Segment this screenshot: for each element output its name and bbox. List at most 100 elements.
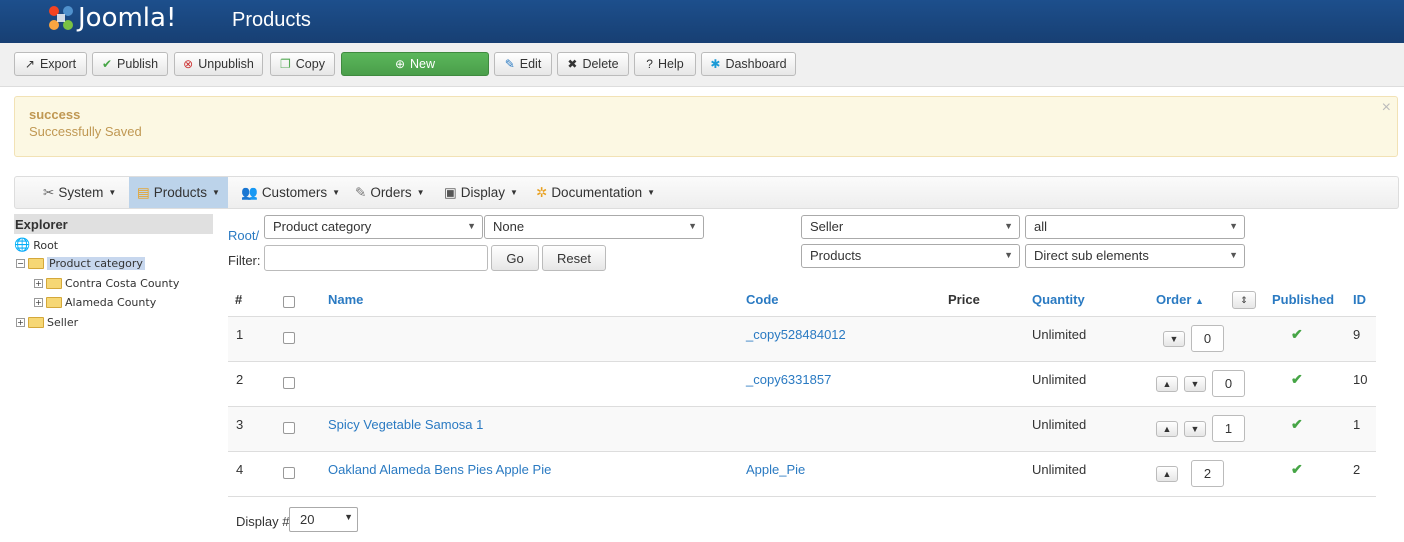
menu-system[interactable]: ✂ System ▼ (43, 177, 116, 208)
row-code[interactable]: Apple_Pie (746, 462, 805, 477)
collapse-icon[interactable]: − (16, 259, 25, 268)
menu-orders[interactable]: ✎ Orders ▼ (355, 177, 425, 208)
check-icon: ✔ (101, 57, 113, 71)
published-check-icon[interactable]: ✔ (1291, 371, 1303, 388)
move-down-button[interactable]: ▼ (1163, 331, 1185, 347)
joomla-logo[interactable]: Joomla! (46, 3, 176, 33)
tree-node-root[interactable]: 🌐 Root (14, 238, 58, 253)
col-order[interactable]: Order ▲ (1156, 292, 1204, 307)
row-checkbox[interactable] (283, 332, 295, 344)
edit-button[interactable]: ✎ Edit (494, 52, 552, 76)
go-button[interactable]: Go (491, 245, 539, 271)
copy-icon: ❐ (280, 57, 291, 71)
order-input[interactable]: 0 (1191, 325, 1224, 352)
none-select[interactable]: None ▼ (484, 215, 704, 239)
filter-input[interactable] (264, 245, 488, 271)
table-row: 3 Spicy Vegetable Samosa 1 Unlimited ▲ ▼… (228, 407, 1376, 452)
row-id: 9 (1353, 327, 1361, 342)
tree-node-seller[interactable]: + Seller (16, 316, 78, 329)
tools-icon: ✂ (43, 184, 55, 200)
menu-customers[interactable]: 👥 Customers ▼ (241, 177, 340, 208)
published-check-icon[interactable]: ✔ (1291, 416, 1303, 433)
tree-node-product-category[interactable]: − Product category (16, 257, 145, 270)
toolbar: ↗ Export ✔ Publish ⊗ Unpublish ❐ Copy ⊕ New ✎… (0, 43, 1404, 87)
dropdown-arrow-icon: ▼ (344, 512, 353, 522)
order-input[interactable]: 2 (1191, 460, 1224, 487)
folder-icon (28, 258, 44, 269)
tree-node-contra-costa[interactable]: + Contra Costa County (34, 277, 179, 290)
root-breadcrumb-link[interactable]: Root/ (228, 228, 259, 243)
order-input[interactable]: 1 (1212, 415, 1245, 442)
direct-select[interactable]: Direct sub elements ▼ (1025, 244, 1245, 268)
dropdown-arrow-icon: ▼ (467, 221, 476, 231)
order-input[interactable]: 0 (1212, 370, 1245, 397)
delete-label: Delete (582, 57, 619, 71)
menu-products[interactable]: ▤ Products ▼ (129, 177, 228, 208)
move-up-button[interactable]: ▲ (1156, 421, 1178, 437)
help-label: Help (657, 57, 684, 71)
expand-icon[interactable]: + (16, 318, 25, 327)
row-checkbox[interactable] (283, 467, 295, 479)
tree-node-alameda[interactable]: + Alameda County (34, 296, 156, 309)
row-name[interactable]: Spicy Vegetable Samosa 1 (328, 417, 483, 432)
chevron-up-icon: ▲ (1162, 379, 1172, 389)
copy-button[interactable]: ❐ Copy (270, 52, 335, 76)
all-select[interactable]: all ▼ (1025, 215, 1245, 239)
move-up-button[interactable]: ▲ (1156, 376, 1178, 392)
row-quantity: Unlimited (1032, 327, 1087, 342)
chevron-up-icon: ▲ (1162, 469, 1172, 479)
expand-icon[interactable]: + (34, 279, 43, 288)
menu-display[interactable]: ▣ Display ▼ (444, 177, 518, 208)
move-down-button[interactable]: ▼ (1184, 376, 1206, 392)
dashboard-button[interactable]: ✱ Dashboard (701, 52, 796, 76)
delete-button[interactable]: ✖ Delete (557, 52, 629, 76)
row-checkbox[interactable] (283, 422, 295, 434)
table-row: 4 Oakland Alameda Bens Pies Apple Pie Ap… (228, 452, 1376, 497)
help-button[interactable]: ? Help (634, 52, 696, 76)
products-select[interactable]: Products ▼ (801, 244, 1020, 268)
folder-icon (28, 317, 44, 328)
folder-icon (46, 297, 62, 308)
dropdown-arrow-icon: ▼ (1004, 250, 1013, 260)
seller-select[interactable]: Seller ▼ (801, 215, 1020, 239)
seller-select-value: Seller (810, 219, 844, 234)
row-code[interactable]: _copy528484012 (746, 327, 846, 342)
col-code[interactable]: Code (746, 292, 779, 307)
row-code[interactable]: _copy6331857 (746, 372, 831, 387)
col-quantity[interactable]: Quantity (1032, 292, 1085, 307)
unpublish-button[interactable]: ⊗ Unpublish (174, 52, 263, 76)
caret-down-icon: ▼ (647, 188, 656, 197)
published-check-icon[interactable]: ✔ (1291, 461, 1303, 478)
select-all-checkbox[interactable] (283, 296, 295, 308)
row-num: 2 (236, 372, 244, 387)
new-button[interactable]: ⊕ New (341, 52, 489, 76)
export-button[interactable]: ↗ Export (14, 52, 87, 76)
row-quantity: Unlimited (1032, 462, 1087, 477)
menu-documentation[interactable]: ✲ Documentation ▼ (536, 177, 655, 208)
tree-contra-costa-label: Contra Costa County (65, 277, 180, 290)
published-check-icon[interactable]: ✔ (1291, 326, 1303, 343)
chevron-up-icon: ▲ (1162, 424, 1172, 434)
reset-button[interactable]: Reset (542, 245, 606, 271)
row-quantity: Unlimited (1032, 372, 1087, 387)
app-header: Joomla! Products (0, 0, 1404, 43)
save-order-button[interactable]: ⇕ (1232, 291, 1256, 309)
none-select-value: None (493, 219, 525, 234)
col-published[interactable]: Published (1272, 292, 1334, 307)
publish-button[interactable]: ✔ Publish (92, 52, 168, 76)
row-quantity: Unlimited (1032, 417, 1087, 432)
display-count-select[interactable]: 20 ▼ (289, 507, 358, 532)
col-id[interactable]: ID (1353, 292, 1366, 307)
category-select[interactable]: Product category ▼ (264, 215, 483, 239)
sort-icon: ⇕ (1240, 294, 1248, 305)
move-down-button[interactable]: ▼ (1184, 421, 1206, 437)
close-icon[interactable]: × (1382, 99, 1391, 117)
orders-icon: ✎ (355, 184, 367, 200)
row-name[interactable]: Oakland Alameda Bens Pies Apple Pie (328, 462, 551, 477)
caret-down-icon: ▼ (416, 188, 425, 197)
row-checkbox[interactable] (283, 377, 295, 389)
move-up-button[interactable]: ▲ (1156, 466, 1178, 482)
display-count-label: Display # (236, 514, 290, 529)
expand-icon[interactable]: + (34, 298, 43, 307)
col-name[interactable]: Name (328, 292, 363, 307)
